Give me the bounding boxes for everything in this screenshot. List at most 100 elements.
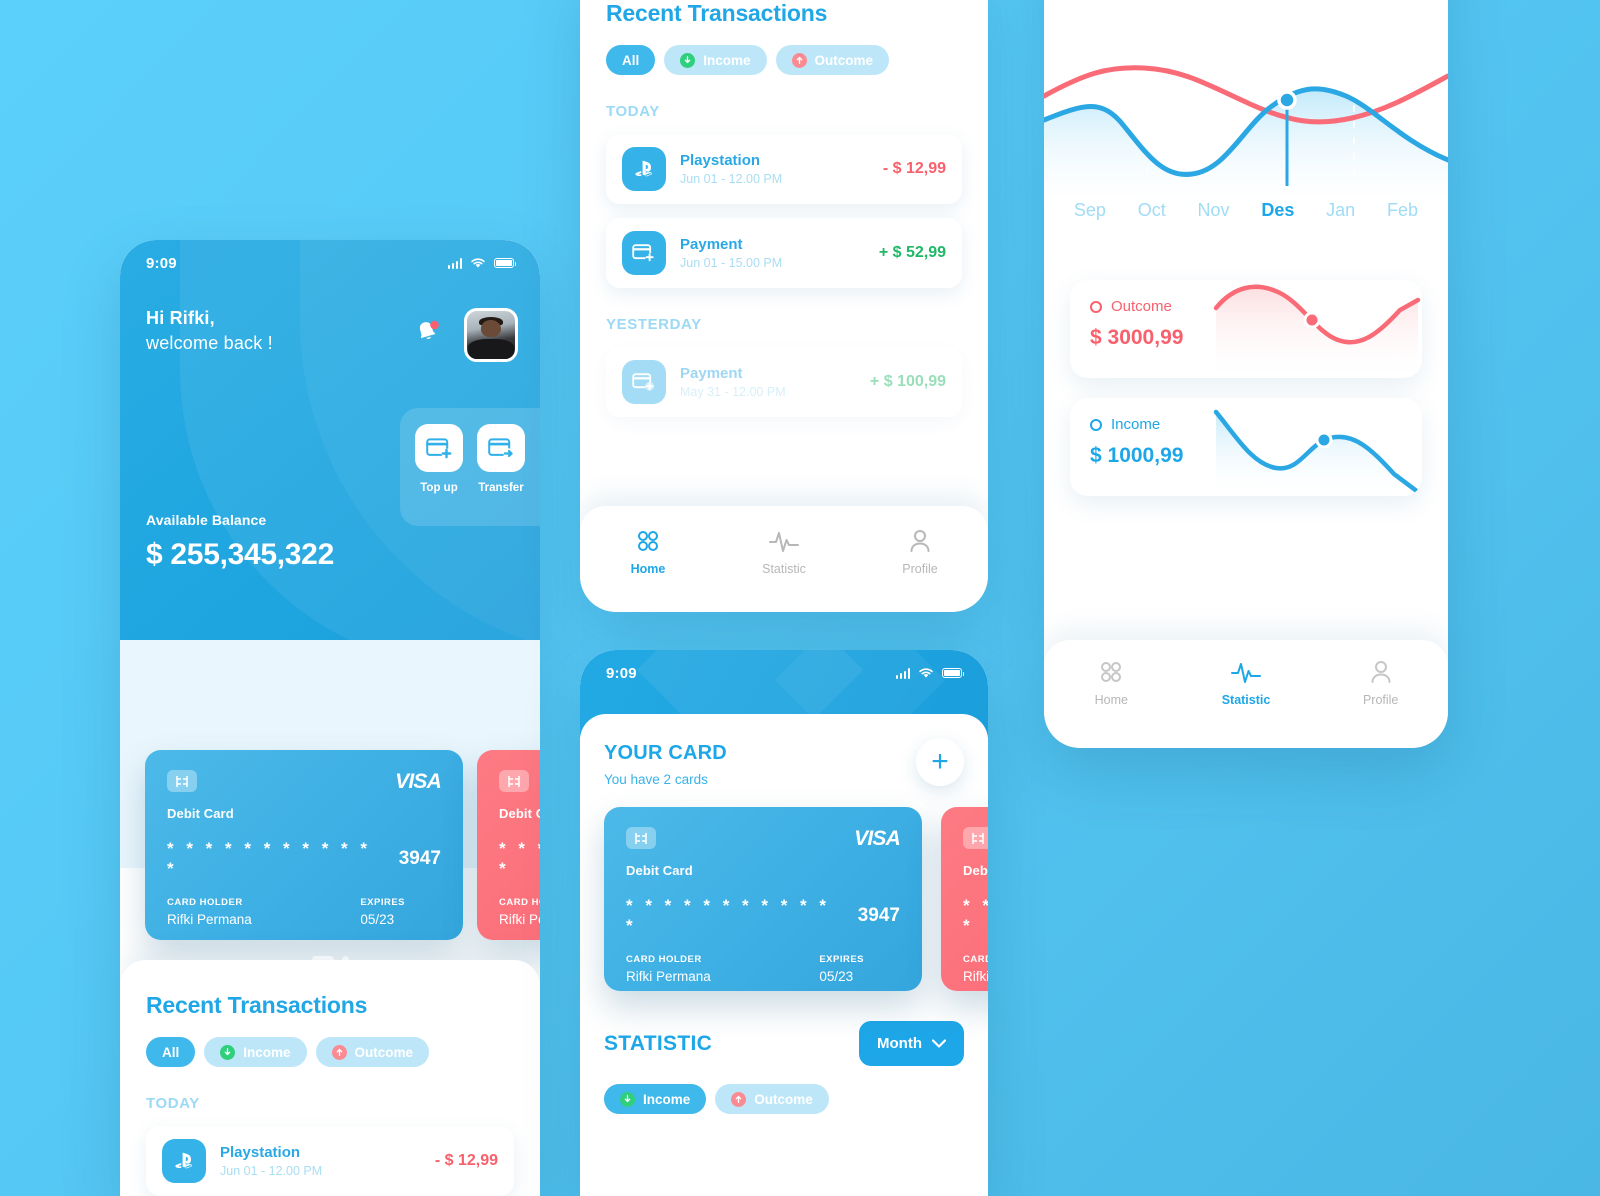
statistic-chart[interactable]: + $ 52,99 Sep Oct Nov Des Jan Feb [1044, 0, 1448, 240]
period-select[interactable]: Month [859, 1021, 964, 1066]
chart-highlight-point[interactable] [1277, 90, 1297, 110]
filter-all-label: All [622, 52, 640, 68]
card-plus-icon [622, 231, 666, 275]
filter-all-label: All [162, 1044, 180, 1060]
avatar[interactable] [464, 308, 518, 362]
add-card-button[interactable]: + [916, 738, 964, 786]
cards-body: YOUR CARD You have 2 cards + VISA Debit … [580, 714, 988, 1196]
greeting-line-1: Hi Rifki, [146, 308, 215, 328]
card-footer: CARD HOLDER Rifki Permana EXPIRES 10/30 [963, 954, 988, 984]
topup-label: Top up [420, 482, 458, 494]
nav-item-profile[interactable]: Profile [1313, 659, 1448, 707]
page-title: Recent Transactions [146, 992, 368, 1018]
transaction-name: Playstation [680, 152, 761, 169]
month-nov[interactable]: Nov [1198, 200, 1230, 221]
filter-outcome[interactable]: Outcome [315, 1037, 430, 1067]
credit-card-mastercard[interactable]: Debit Card * * * * * * * * * * * * 6569 … [477, 750, 540, 940]
card-plus-icon [622, 360, 666, 404]
transaction-filters: All Income Outcome [146, 1037, 514, 1067]
table-row[interactable]: Payment Jun 01 - 15.00 PM + $ 52,99 [606, 218, 962, 288]
stat-card-outcome[interactable]: Outcome $ 3000,99 [1070, 280, 1422, 378]
card-number: * * * * * * * * * * * * 3947 [167, 839, 441, 879]
group-label-yesterday: YESTERDAY [606, 316, 702, 333]
nav-item-statistic[interactable]: Statistic [716, 528, 852, 576]
transaction-meta: Payment May 31 - 12.00 PM [680, 365, 870, 399]
stat-card-income[interactable]: Income $ 1000,99 [1070, 398, 1422, 496]
nav-item-statistic[interactable]: Statistic [1179, 659, 1314, 707]
grid-home-icon [580, 528, 716, 554]
transaction-name: Payment [680, 365, 743, 382]
avatar-head [480, 319, 502, 337]
card-expires-label: EXPIRES [819, 954, 864, 965]
nav-item-home[interactable]: Home [1044, 659, 1179, 707]
table-row[interactable]: Payment May 31 - 12.00 PM + $ 100,99 [606, 347, 962, 417]
card-type: Debit Card [499, 806, 540, 821]
phone-screen-home: 9:09 Hi Rifki, welcome back ! Top up Tra… [120, 240, 540, 1196]
card-holder-name: Rifki Permana [963, 969, 988, 984]
status-bar: 9:09 [580, 650, 988, 696]
nav-label-statistic: Statistic [762, 562, 806, 576]
transaction-meta: Payment Jun 01 - 15.00 PM [680, 236, 879, 270]
card-chip-icon [626, 827, 656, 849]
nav-item-home[interactable]: Home [580, 528, 716, 576]
filter-outcome-label: Outcome [354, 1044, 414, 1060]
transfer-button[interactable]: Transfer [476, 424, 526, 526]
group-label-today: TODAY [606, 103, 660, 120]
filter-outcome[interactable]: Outcome [715, 1084, 829, 1114]
statistic-title: STATISTIC [604, 1031, 713, 1055]
month-sep[interactable]: Sep [1074, 200, 1106, 221]
credit-card-visa[interactable]: VISA Debit Card * * * * * * * * * * * * … [604, 807, 922, 991]
bottom-navigation: Home Statistic Profile [1044, 640, 1448, 748]
arrow-up-icon [731, 1091, 747, 1107]
balance-caption: Available Balance [146, 512, 267, 528]
card-number: * * * * * * * * * * * * 3947 [626, 896, 900, 936]
card-last4: 3947 [857, 905, 900, 926]
arrow-up-icon [331, 1044, 347, 1060]
nav-item-profile[interactable]: Profile [852, 528, 988, 576]
page-title: YOUR CARD [604, 742, 727, 764]
card-expires-value: 05/23 [819, 969, 854, 984]
card-carousel[interactable]: VISA Debit Card * * * * * * * * * * * * … [120, 640, 540, 970]
card-chip-icon [499, 770, 529, 792]
nav-label-home: Home [1094, 693, 1128, 707]
card-count-text: You have 2 cards [604, 772, 708, 787]
pulse-statistic-icon [716, 528, 852, 554]
filter-income[interactable]: Income [604, 1084, 707, 1114]
month-jan[interactable]: Jan [1326, 200, 1355, 221]
credit-card-visa[interactable]: VISA Debit Card * * * * * * * * * * * * … [145, 750, 463, 940]
filter-all[interactable]: All [606, 45, 656, 75]
bottom-navigation: Home Statistic Profile [580, 506, 988, 612]
filter-all[interactable]: All [146, 1037, 196, 1067]
filter-income[interactable]: Income [664, 45, 767, 75]
table-row[interactable]: Playstation Jun 01 - 12.00 PM - $ 12,99 [146, 1126, 514, 1196]
playstation-icon [162, 1139, 206, 1183]
nav-label-profile: Profile [1362, 693, 1399, 707]
transfer-label: Transfer [478, 482, 524, 494]
card-footer: CARD HOLDER Rifki Permana EXPIRES 05/23 [626, 954, 900, 984]
table-row[interactable]: Playstation Jun 01 - 12.00 PM - $ 12,99 [606, 134, 962, 204]
status-time: 9:09 [606, 664, 637, 682]
transaction-amount: - $ 12,99 [434, 1152, 498, 1169]
avatar-body [468, 338, 514, 359]
month-feb[interactable]: Feb [1387, 200, 1418, 221]
filter-income[interactable]: Income [204, 1037, 307, 1067]
card-list[interactable]: VISA Debit Card * * * * * * * * * * * * … [604, 807, 988, 991]
card-chip-icon [167, 770, 197, 792]
filter-outcome[interactable]: Outcome [775, 45, 890, 75]
notification-bell-icon[interactable] [414, 318, 440, 346]
card-expires-value: 05/23 [360, 912, 395, 927]
battery-icon [494, 258, 516, 268]
period-label: Month [877, 1035, 922, 1052]
month-des[interactable]: Des [1261, 200, 1294, 221]
arrow-up-icon [791, 52, 807, 68]
topup-button[interactable]: Top up [414, 424, 464, 526]
credit-card-mastercard[interactable]: Debit Card * * * * * * * * * * * * 6569 … [941, 807, 988, 991]
your-card-header: YOUR CARD You have 2 cards + [604, 738, 964, 787]
transaction-meta: Playstation Jun 01 - 12.00 PM [680, 152, 883, 186]
filter-outcome-label: Outcome [754, 1091, 813, 1107]
circle-outline-icon [1090, 300, 1102, 313]
statistic-filters: Income Outcome [604, 1084, 964, 1114]
month-oct[interactable]: Oct [1138, 200, 1166, 221]
card-footer: CARD HOLDER Rifki Permana EXPIRES 05/23 [167, 897, 441, 927]
card-expires-label: EXPIRES [360, 897, 405, 908]
